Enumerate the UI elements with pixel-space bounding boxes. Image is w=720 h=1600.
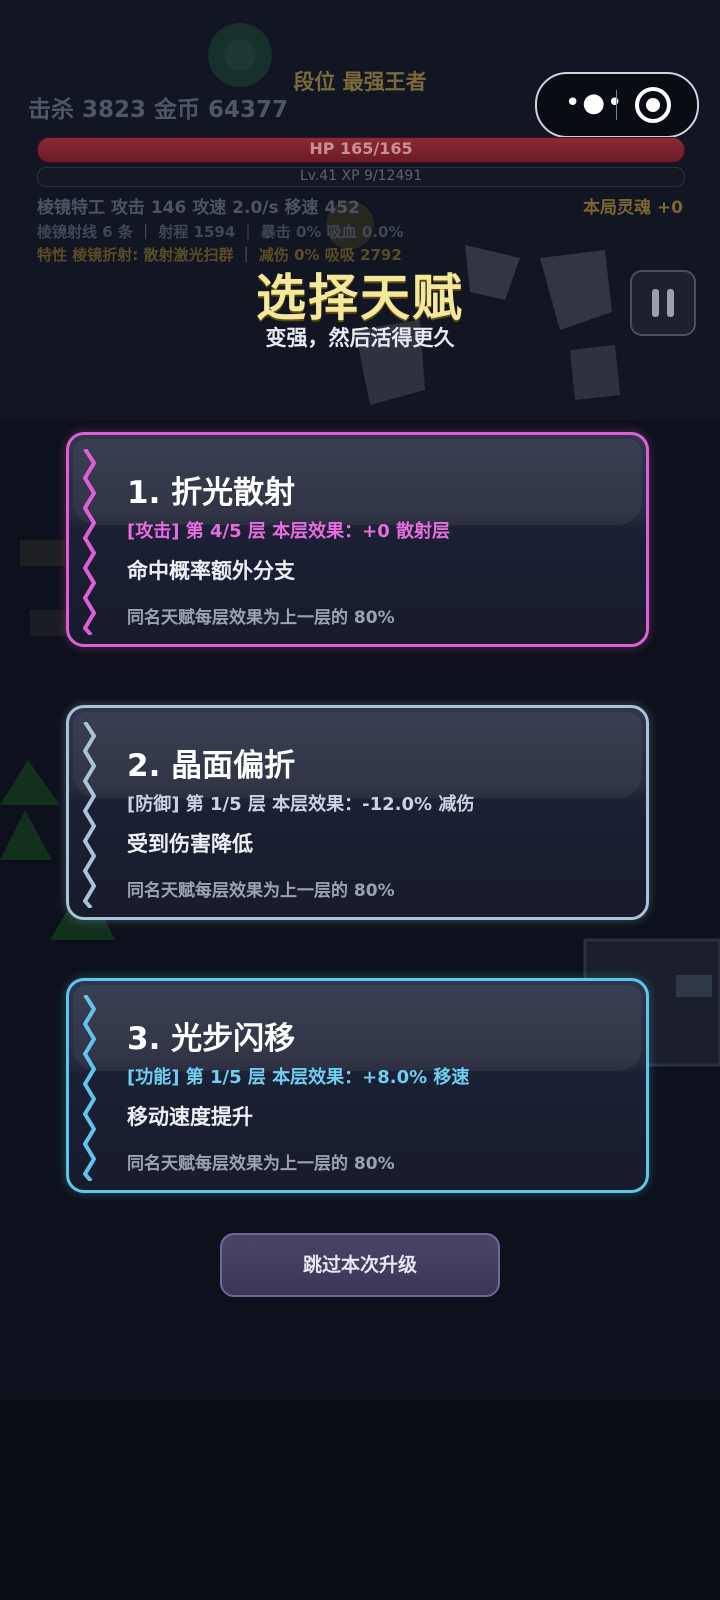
page-subtitle: 变强，然后活得更久 xyxy=(265,326,455,350)
pause-icon xyxy=(652,289,659,317)
skip-upgrade-button[interactable]: 跳过本次升级 xyxy=(220,1233,500,1297)
talent-note: 同名天赋每层效果为上一层的 80% xyxy=(127,608,395,628)
talent-card-2[interactable]: 2. 晶面偏折 [防御] 第 1/5 层 本层效果：-12.0% 减伤 受到伤害… xyxy=(66,705,649,920)
capsule-divider xyxy=(616,90,617,120)
pause-icon-bar xyxy=(667,289,674,317)
zigzag-accent-icon xyxy=(83,722,96,908)
hud: 段位 最强王者 击杀 3823 金币 64377 1223 •●• HP 165… xyxy=(0,0,720,270)
talent-note: 同名天赋每层效果为上一层的 80% xyxy=(127,881,395,901)
stats-line-1: 棱镜特工 攻击 146 攻速 2.0/s 移速 452 xyxy=(37,198,360,218)
xp-text: Lv.41 XP 9/12491 xyxy=(299,168,423,184)
pause-button[interactable] xyxy=(630,270,696,336)
xp-bar: Lv.41 XP 9/12491 xyxy=(37,167,685,187)
talent-card-3[interactable]: 3. 光步闪移 [功能] 第 1/5 层 本层效果：+8.0% 移速 移动速度提… xyxy=(66,978,649,1193)
talent-description: 受到伤害降低 xyxy=(127,832,253,856)
talent-meta: [防御] 第 1/5 层 本层效果：-12.0% 减伤 xyxy=(127,794,475,815)
zigzag-accent-icon xyxy=(83,449,96,635)
target-icon[interactable] xyxy=(635,87,671,123)
kills-gold-label: 击杀 3823 金币 64377 xyxy=(28,97,289,123)
page-title: 选择天赋 xyxy=(256,269,464,327)
talent-meta: [功能] 第 1/5 层 本层效果：+8.0% 移速 xyxy=(127,1067,470,1088)
talent-description: 命中概率额外分支 xyxy=(127,559,295,583)
hp-bar: HP 165/165 xyxy=(37,137,685,163)
stats-line-2: 棱镜射线 6 条 ｜ 射程 1594 ｜ 暴击 0% 吸血 0.0% xyxy=(37,223,404,241)
talent-description: 移动速度提升 xyxy=(127,1105,253,1129)
talent-name: 2. 晶面偏折 xyxy=(127,748,296,784)
zigzag-accent-icon xyxy=(83,995,96,1181)
talent-note: 同名天赋每层效果为上一层的 80% xyxy=(127,1154,395,1174)
hp-text: HP 165/165 xyxy=(309,139,413,158)
talent-name: 3. 光步闪移 xyxy=(127,1021,296,1057)
mini-program-capsule: 1223 •●• xyxy=(535,72,699,138)
talent-card-1[interactable]: 1. 折光散射 [攻击] 第 4/5 层 本层效果：+0 散射层 命中概率额外分… xyxy=(66,432,649,647)
soul-counter: 本局灵魂 +0 xyxy=(583,198,683,218)
talent-name: 1. 折光散射 xyxy=(127,475,296,511)
talent-meta: [攻击] 第 4/5 层 本层效果：+0 散射层 xyxy=(127,521,451,542)
